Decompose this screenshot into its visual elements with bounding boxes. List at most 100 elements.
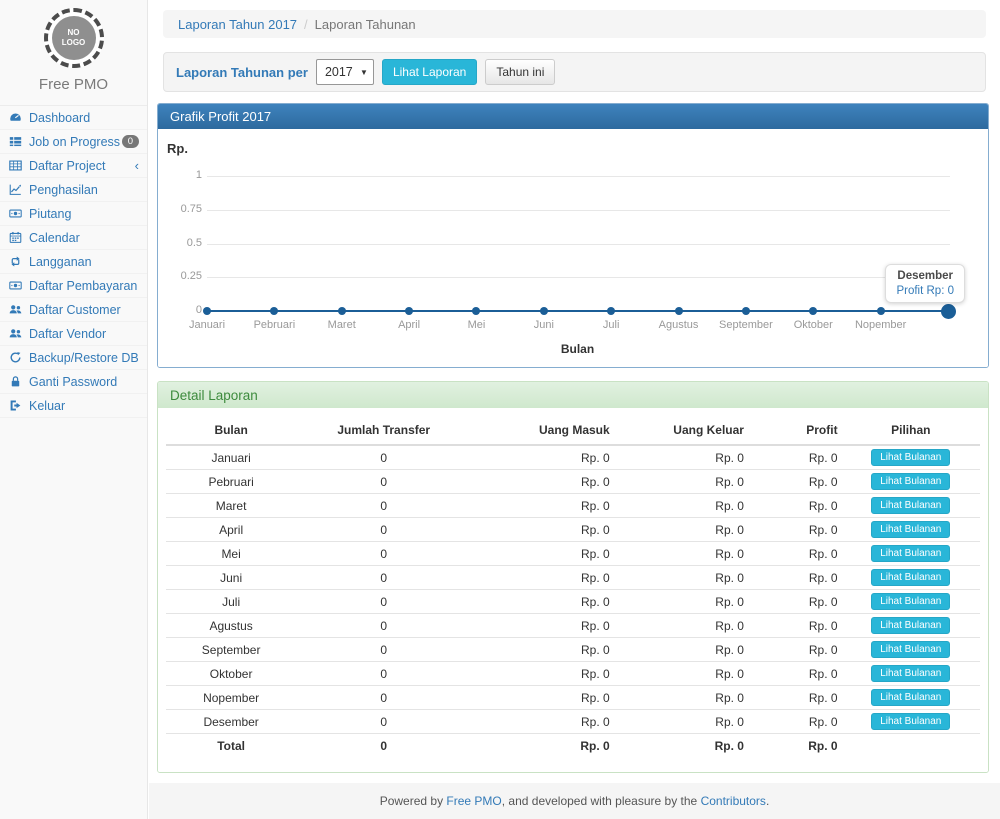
data-point-agustus[interactable] xyxy=(675,307,683,315)
cell-masuk: Rp. 0 xyxy=(471,566,613,590)
sidebar-item-penghasilan[interactable]: Penghasilan xyxy=(0,178,147,202)
data-point-april[interactable] xyxy=(405,307,413,315)
lihat-bulanan-button[interactable]: Lihat Bulanan xyxy=(871,545,950,562)
lihat-bulanan-button[interactable]: Lihat Bulanan xyxy=(871,665,950,682)
lihat-bulanan-button[interactable]: Lihat Bulanan xyxy=(871,521,950,538)
chevron-left-icon: ‹ xyxy=(135,159,139,172)
app-window: NO LOGO Free PMO DashboardJob on Progres… xyxy=(0,0,1000,819)
cell-bulan: Juli xyxy=(166,590,296,614)
sidebar-item-langganan[interactable]: Langganan xyxy=(0,250,147,274)
sidebar-item-job-on-progress[interactable]: Job on Progress0 xyxy=(0,130,147,154)
sidebar-item-label: Penghasilan xyxy=(29,183,98,197)
cell-profit: Rp. 0 xyxy=(748,518,842,542)
cell-keluar: Rp. 0 xyxy=(614,662,748,686)
cell-masuk: Rp. 0 xyxy=(471,710,613,734)
tahun-ini-button[interactable]: Tahun ini xyxy=(485,59,555,85)
sidebar-item-ganti-password[interactable]: Ganti Password xyxy=(0,370,147,394)
chart-plot: 10.750.50.250JanuariPebruariMaretAprilMe… xyxy=(158,129,988,367)
cell-profit: Rp. 0 xyxy=(748,686,842,710)
cell-profit: Rp. 0 xyxy=(748,638,842,662)
table-row-oktober: Oktober0Rp. 0Rp. 0Rp. 0Lihat Bulanan xyxy=(166,662,980,686)
cell-keluar: Rp. 0 xyxy=(614,445,748,470)
sidebar-item-daftar-vendor[interactable]: Daftar Vendor xyxy=(0,322,147,346)
data-point-mei[interactable] xyxy=(472,307,480,315)
table-total-row: Total0Rp. 0Rp. 0Rp. 0 xyxy=(166,734,980,758)
data-point-nopember[interactable] xyxy=(877,307,885,315)
year-select-value: 2017 xyxy=(325,65,353,79)
cell-bulan: Agustus xyxy=(166,614,296,638)
cell-jumlah: 0 xyxy=(296,590,471,614)
cell-masuk: Rp. 0 xyxy=(471,638,613,662)
sidebar-item-keluar[interactable]: Keluar xyxy=(0,394,147,418)
table-row-nopember: Nopember0Rp. 0Rp. 0Rp. 0Lihat Bulanan xyxy=(166,686,980,710)
y-tick-label: 0.75 xyxy=(158,203,202,215)
data-point-pebruari[interactable] xyxy=(270,307,278,315)
gridline xyxy=(207,176,950,177)
cell-bulan: Maret xyxy=(166,494,296,518)
cell-masuk: Rp. 0 xyxy=(471,494,613,518)
list-icon xyxy=(9,135,23,148)
sidebar-item-dashboard[interactable]: Dashboard xyxy=(0,106,147,130)
sidebar-item-daftar-project[interactable]: Daftar Project‹ xyxy=(0,154,147,178)
sidebar-item-calendar[interactable]: Calendar xyxy=(0,226,147,250)
year-select[interactable]: 2017 ▼ xyxy=(316,59,374,85)
cell-jumlah: 0 xyxy=(296,638,471,662)
y-tick-label: 0.5 xyxy=(158,237,202,249)
sidebar-item-daftar-customer[interactable]: Daftar Customer xyxy=(0,298,147,322)
breadcrumb-link[interactable]: Laporan Tahun 2017 xyxy=(178,17,297,32)
cell-jumlah: 0 xyxy=(296,566,471,590)
cell-keluar: Rp. 0 xyxy=(614,710,748,734)
footer: Powered by Free PMO, and developed with … xyxy=(149,783,1000,819)
y-tick-label: 1 xyxy=(158,169,202,181)
cell-bulan: September xyxy=(166,638,296,662)
cell-masuk: Rp. 0 xyxy=(471,614,613,638)
lihat-bulanan-button[interactable]: Lihat Bulanan xyxy=(871,473,950,490)
tooltip-value: Profit Rp: 0 xyxy=(896,285,954,297)
table-row-desember: Desember0Rp. 0Rp. 0Rp. 0Lihat Bulanan xyxy=(166,710,980,734)
lihat-bulanan-button[interactable]: Lihat Bulanan xyxy=(871,689,950,706)
main-content: Laporan Tahun 2017 / Laporan Tahunan Lap… xyxy=(149,0,1000,819)
free-pmo-link[interactable]: Free PMO xyxy=(446,794,501,808)
lihat-bulanan-button[interactable]: Lihat Bulanan xyxy=(871,569,950,586)
data-point-september[interactable] xyxy=(742,307,750,315)
table-header-row: BulanJumlah TransferUang MasukUang Kelua… xyxy=(166,416,980,445)
data-point-oktober[interactable] xyxy=(809,307,817,315)
chart-area: Rp. 10.750.50.250JanuariPebruariMaretApr… xyxy=(158,129,988,367)
cell-masuk: Rp. 0 xyxy=(471,590,613,614)
profit-chart-panel: Grafik Profit 2017 Rp. 10.750.50.250Janu… xyxy=(157,103,989,368)
lihat-laporan-button[interactable]: Lihat Laporan xyxy=(382,59,477,85)
chart-panel-title: Grafik Profit 2017 xyxy=(158,104,988,129)
lihat-bulanan-button[interactable]: Lihat Bulanan xyxy=(871,593,950,610)
cell-keluar: Rp. 0 xyxy=(614,590,748,614)
lihat-bulanan-button[interactable]: Lihat Bulanan xyxy=(871,713,950,730)
sidebar-item-piutang[interactable]: Piutang xyxy=(0,202,147,226)
sidebar-item-backup-restore-db[interactable]: Backup/Restore DB xyxy=(0,346,147,370)
cell-profit: Rp. 0 xyxy=(748,494,842,518)
table-row-agustus: Agustus0Rp. 0Rp. 0Rp. 0Lihat Bulanan xyxy=(166,614,980,638)
caret-down-icon: ▼ xyxy=(360,68,368,77)
data-point-juni[interactable] xyxy=(540,307,548,315)
data-point-desember[interactable] xyxy=(941,304,956,319)
total-bulan: Total xyxy=(166,734,296,758)
cell-profit: Rp. 0 xyxy=(748,710,842,734)
cell-keluar: Rp. 0 xyxy=(614,542,748,566)
users-icon xyxy=(9,303,23,316)
sidebar-item-daftar-pembayaran[interactable]: Daftar Pembayaran xyxy=(0,274,147,298)
column-header-bulan: Bulan xyxy=(166,416,296,445)
cell-bulan: Mei xyxy=(166,542,296,566)
column-header-uang-masuk: Uang Masuk xyxy=(471,416,613,445)
lihat-bulanan-button[interactable]: Lihat Bulanan xyxy=(871,641,950,658)
data-point-juli[interactable] xyxy=(607,307,615,315)
lihat-bulanan-button[interactable]: Lihat Bulanan xyxy=(871,449,950,466)
cell-profit: Rp. 0 xyxy=(748,542,842,566)
cell-masuk: Rp. 0 xyxy=(471,470,613,494)
contributors-link[interactable]: Contributors xyxy=(701,794,766,808)
cell-jumlah: 0 xyxy=(296,494,471,518)
lock-icon xyxy=(9,375,23,388)
lihat-bulanan-button[interactable]: Lihat Bulanan xyxy=(871,617,950,634)
data-point-januari[interactable] xyxy=(203,307,211,315)
data-point-maret[interactable] xyxy=(338,307,346,315)
lihat-bulanan-button[interactable]: Lihat Bulanan xyxy=(871,497,950,514)
x-tick-label: Nopember xyxy=(839,319,923,331)
cell-keluar: Rp. 0 xyxy=(614,470,748,494)
